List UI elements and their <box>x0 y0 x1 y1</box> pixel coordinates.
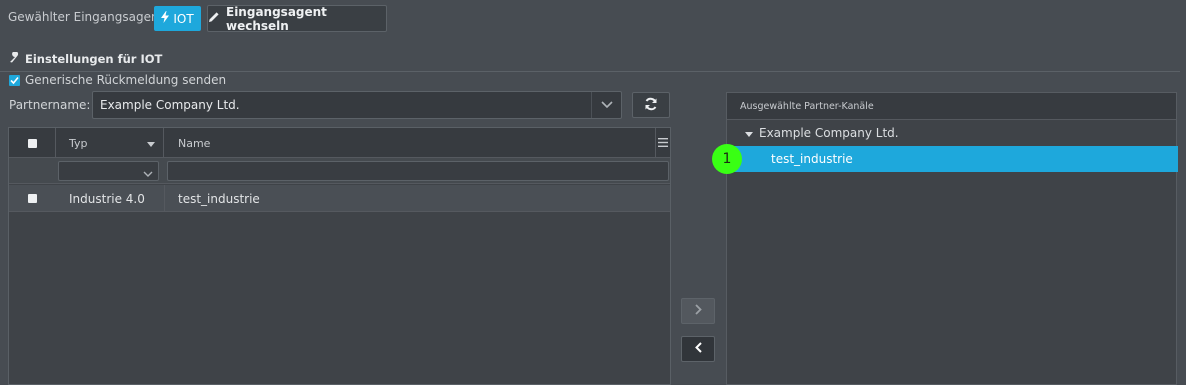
refresh-button[interactable] <box>632 92 670 118</box>
channel-grid: Typ Name Industrie 4.0 test_industrie <box>8 127 671 385</box>
checkbox-icon <box>27 138 37 148</box>
caret-down-icon <box>147 137 155 150</box>
checkbox-icon <box>28 194 37 203</box>
tree-node-channel-label: test_industrie <box>771 152 853 166</box>
move-left-button[interactable] <box>681 336 715 362</box>
column-name-label: Name <box>178 136 211 150</box>
filter-row <box>9 158 670 184</box>
menu-icon <box>658 137 668 150</box>
select-all-checkbox[interactable] <box>9 128 56 158</box>
pencil-icon <box>208 11 220 26</box>
generic-feedback-checkbox[interactable]: Generische Rückmeldung senden <box>9 73 226 87</box>
agent-label: Gewählter Eingangsagent: <box>8 10 168 24</box>
generic-feedback-label: Generische Rückmeldung senden <box>25 73 227 87</box>
tree-node-channel[interactable]: test_industrie <box>727 146 1178 172</box>
switch-agent-label: Eingangsagent wechseln <box>226 4 327 33</box>
check-icon <box>9 74 20 86</box>
table-row[interactable]: Industrie 4.0 test_industrie <box>9 185 670 212</box>
grid-header: Typ Name <box>9 128 670 158</box>
move-right-button[interactable] <box>681 298 715 324</box>
row-typ: Industrie 4.0 <box>69 191 145 206</box>
column-header-name[interactable]: Name <box>164 128 656 158</box>
tree-node-partner-label: Example Company Ltd. <box>759 126 899 140</box>
row-checkbox[interactable] <box>9 185 56 212</box>
settings-title-label: Einstellungen für IOT <box>25 52 163 66</box>
selected-channels-panel: Ausgewählte Partner-Kanäle Example Compa… <box>726 92 1178 385</box>
caret-down-icon[interactable] <box>745 126 753 140</box>
agent-badge-label: IOT <box>173 11 194 26</box>
column-divider <box>164 185 165 212</box>
column-header-typ[interactable]: Typ <box>56 128 164 158</box>
chevron-right-icon <box>694 304 702 318</box>
row-name: test_industrie <box>178 191 260 206</box>
section-divider <box>0 71 1180 72</box>
column-typ-label: Typ <box>69 136 88 150</box>
annotation-marker: 1 <box>712 144 742 174</box>
wrench-icon <box>9 51 20 66</box>
partner-label: Partnername: <box>9 98 91 112</box>
switch-agent-button[interactable]: Eingangsagent wechseln <box>207 4 387 33</box>
settings-title: Einstellungen für IOT <box>9 51 163 66</box>
partner-select-value: Example Company Ltd. <box>100 98 240 112</box>
typ-filter-select[interactable] <box>58 161 159 181</box>
selected-channels-title: Ausgewählte Partner-Kanäle <box>727 93 1176 120</box>
agent-badge[interactable]: IOT <box>154 6 201 31</box>
name-filter-input[interactable] <box>167 161 669 181</box>
chevron-down-icon <box>143 167 153 181</box>
chevron-down-icon <box>591 92 621 118</box>
tree-node-partner[interactable]: Example Company Ltd. <box>745 126 899 140</box>
partner-select[interactable]: Example Company Ltd. <box>92 91 622 119</box>
column-menu-button[interactable] <box>656 128 670 158</box>
bolt-icon <box>161 11 170 26</box>
chevron-left-icon <box>694 342 702 356</box>
refresh-icon <box>644 97 658 114</box>
